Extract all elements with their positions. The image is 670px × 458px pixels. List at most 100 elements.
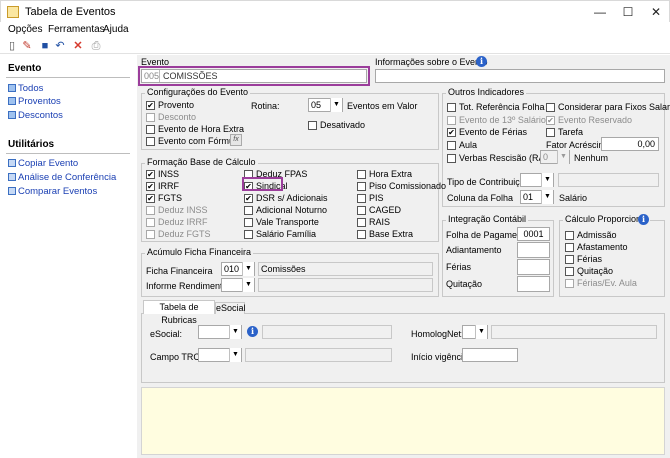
deduz-inss-checkbox [146,206,155,215]
desativado-checkbox[interactable] [308,121,317,130]
tarefa-checkbox[interactable] [546,128,555,137]
info-icon[interactable]: i [247,326,258,337]
vale-transporte-checkbox[interactable] [244,218,253,227]
sidebar-item-proventos[interactable]: Proventos [18,96,61,107]
info-icon[interactable]: i [476,56,487,67]
folha-input[interactable]: 0001 [517,227,550,241]
quitacao-integ-input[interactable] [517,276,550,292]
coluna-select[interactable]: 01 ▼ [520,190,554,204]
dsr-s-adicionais-checkbox[interactable]: ✔ [244,194,253,203]
adicional-noturno-checkbox[interactable] [244,206,253,215]
sidebar-item-analise-conferencia[interactable]: Análise de Conferência [18,172,116,183]
maximize-button[interactable]: ☐ [613,3,643,21]
rais-checkbox[interactable] [357,218,366,227]
ficha-label: Ficha Financeira [146,266,213,276]
tab-tabela-rubricas[interactable]: Tabela de Rubricas [143,300,215,325]
adiantamento-input[interactable] [517,242,550,258]
ferias-prop-checkbox[interactable] [565,255,574,264]
app-icon [7,6,19,18]
adiantamento-label: Adiantamento [446,245,502,255]
minimize-button[interactable]: — [585,3,615,21]
pis-checkbox[interactable] [357,194,366,203]
sidebar-item-descontos[interactable]: Descontos [18,110,63,121]
inss-checkbox[interactable]: ✔ [146,170,155,179]
provento-label: Provento [158,100,195,110]
integracao-legend: Integração Contábil [446,214,529,224]
formula-fx-button[interactable]: fx [230,134,242,146]
tab-esocial[interactable]: eSocial [215,302,246,314]
verbas-checkbox[interactable] [447,154,456,163]
hora-extra-checkbox[interactable] [357,170,366,179]
undo-icon[interactable]: ↶ [53,39,67,53]
piso-comissionado-checkbox[interactable] [357,182,366,191]
caged-checkbox[interactable] [357,206,366,215]
chevron-down-icon[interactable]: ▼ [242,278,254,292]
homolognet-select[interactable]: ▼ [462,325,488,339]
tipo-contrib-select[interactable]: ▼ [520,173,554,187]
menu-ajuda[interactable]: Ajuda [103,24,129,35]
rais-label: RAIS [369,217,391,227]
rotina-select[interactable]: 05 ▼ [308,98,343,112]
aula-label: Aula [459,140,478,150]
sidebar: Evento Todos Proventos Descontos Utilitá… [0,55,136,458]
chevron-down-icon[interactable]: ▼ [229,325,241,339]
outros-legend: Outros Indicadores [446,87,527,97]
delete-icon[interactable]: ✕ [71,39,85,53]
provento-checkbox[interactable]: ✔ [146,101,155,110]
chevron-down-icon: ▼ [557,150,569,164]
chevron-down-icon[interactable]: ▼ [229,348,241,362]
adicional-noturno-label: Adicional Noturno [256,205,328,215]
print-icon[interactable]: ⎙ [89,39,103,53]
tipo-contrib-desc [558,173,659,187]
aula-checkbox[interactable] [447,141,456,150]
deduz-inss-label: Deduz INSS [158,205,208,215]
campo-trct-select[interactable]: ▼ [198,348,242,362]
irrf-checkbox[interactable]: ✔ [146,182,155,191]
quitacao-prop-checkbox[interactable] [565,267,574,276]
new-icon[interactable]: ▯ [5,39,19,53]
sidebar-header-evento: Evento [8,63,42,74]
sidebar-item-copiar-evento[interactable]: Copiar Evento [18,158,78,169]
piso-comissionado-label: Piso Comissionado [369,181,447,191]
admissao-checkbox[interactable] [565,231,574,240]
close-button[interactable]: ✕ [641,3,670,21]
ferias-checkbox[interactable]: ✔ [447,128,456,137]
tarefa-label: Tarefa [558,127,584,137]
sidebar-item-todos[interactable]: Todos [18,83,43,94]
check-icon [8,187,16,195]
menu-ferramentas[interactable]: Ferramentas [48,24,105,35]
sidebar-item-comparar-eventos[interactable]: Comparar Eventos [18,186,97,197]
info-evento-field[interactable] [375,69,665,83]
ficha-select[interactable]: 010 ▼ [221,262,255,276]
esocial-select[interactable]: ▼ [198,325,242,339]
fator-input[interactable]: 0,00 [601,137,659,151]
chevron-down-icon[interactable]: ▼ [541,173,553,187]
formula-checkbox[interactable] [146,137,155,146]
chevron-down-icon[interactable]: ▼ [541,190,553,204]
tipo-contrib-label: Tipo de Contribuição [447,177,530,187]
rotina-value: Eventos em Valor [347,101,418,111]
quitacao-prop-label: Quitação [577,266,614,276]
info-icon[interactable]: i [638,214,649,225]
hora-extra-checkbox[interactable] [146,125,155,134]
tot-ref-checkbox[interactable] [447,103,456,112]
ficha-value: Comissões [258,262,433,276]
ferias-label: Evento de Férias [459,127,528,137]
chevron-down-icon[interactable]: ▼ [242,262,254,276]
ferias-integ-input[interactable] [517,259,550,275]
edit-icon[interactable]: ✎ [20,39,34,53]
evento-field[interactable]: 005 COMISSÕES [141,69,367,83]
chevron-down-icon[interactable]: ▼ [475,325,487,339]
fgts-checkbox[interactable]: ✔ [146,194,155,203]
inicio-vigencia-input[interactable] [462,348,518,362]
base-extra-checkbox[interactable] [357,230,366,239]
afastamento-checkbox[interactable] [565,243,574,252]
base-extra-label: Base Extra [369,229,414,239]
salario-familia-checkbox[interactable] [244,230,253,239]
save-icon[interactable]: ■ [38,39,52,53]
informe-select[interactable]: ▼ [221,278,255,292]
ferias-aula-checkbox [565,279,574,288]
chevron-down-icon[interactable]: ▼ [330,98,342,112]
menu-opcoes[interactable]: Opções [8,24,42,35]
fixos-checkbox[interactable] [546,103,555,112]
